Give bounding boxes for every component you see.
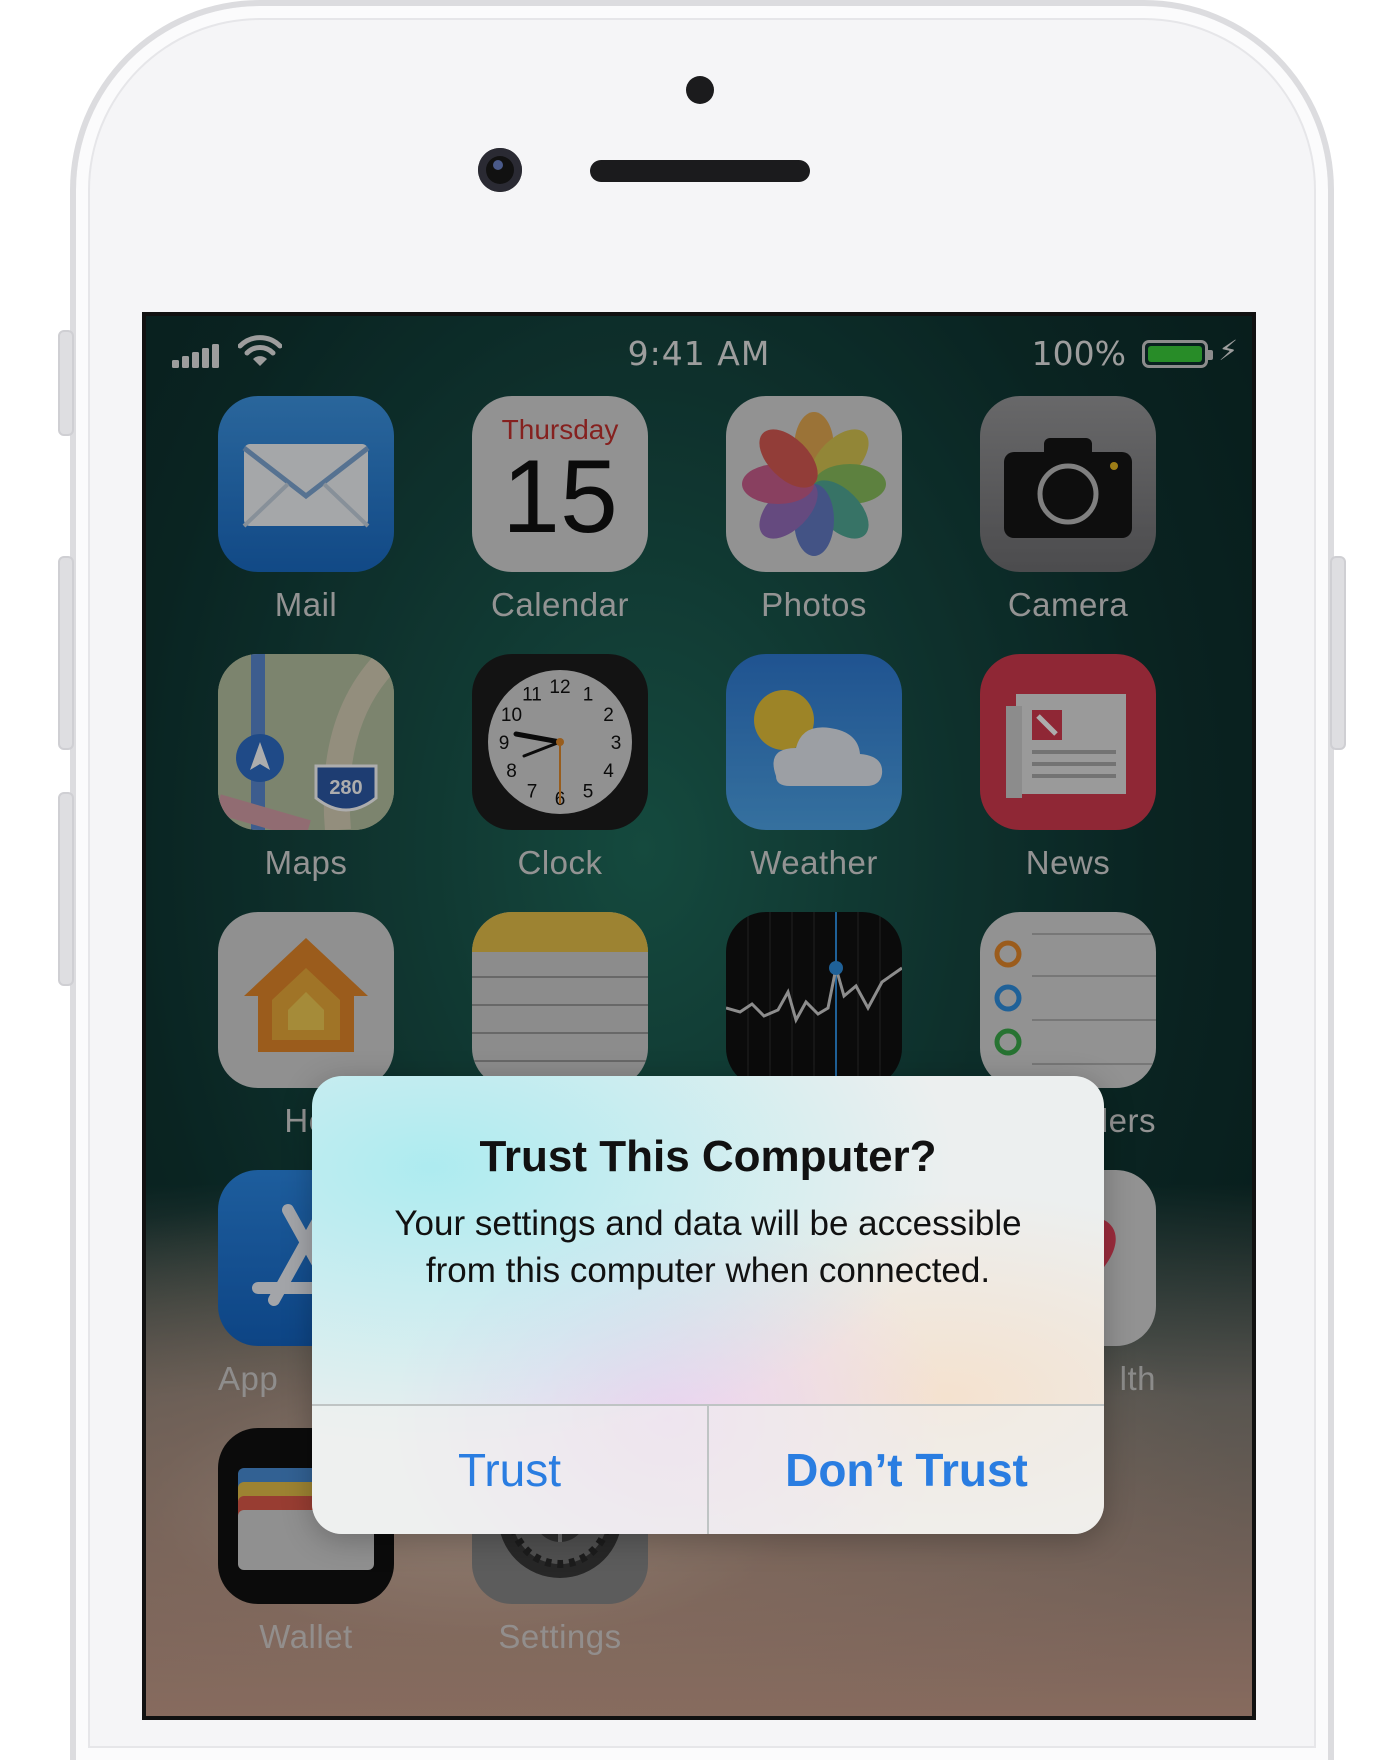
earpiece-speaker <box>590 160 810 182</box>
alert-message: Your settings and data will be accessibl… <box>394 1204 1022 1290</box>
alert-button-row: Trust Don’t Trust <box>312 1404 1104 1534</box>
alert-title: Trust This Computer? <box>479 1132 937 1181</box>
mute-switch <box>58 330 74 436</box>
front-camera <box>478 148 522 192</box>
proximity-sensor <box>686 76 714 104</box>
trust-button[interactable]: Trust <box>312 1406 707 1534</box>
home-screen: 9:41 AM 100% ⚡︎ Mail Thursday 15 Calenda… <box>142 312 1256 1720</box>
volume-up-button <box>58 556 74 750</box>
power-button <box>1330 556 1346 750</box>
trust-alert-dialog: Trust This Computer? Your settings and d… <box>312 1076 1104 1534</box>
dont-trust-button[interactable]: Don’t Trust <box>707 1406 1104 1534</box>
volume-down-button <box>58 792 74 986</box>
